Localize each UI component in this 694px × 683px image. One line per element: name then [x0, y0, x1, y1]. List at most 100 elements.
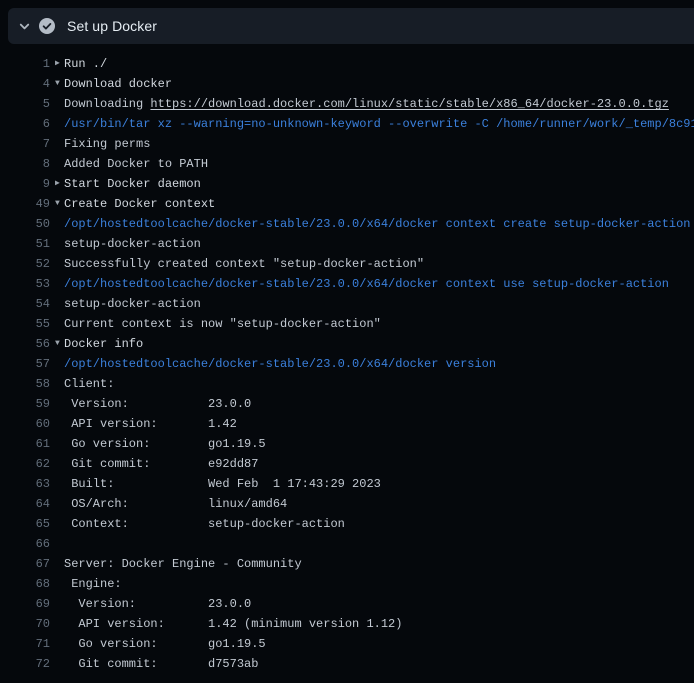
log-text: Go version: go1.19.5: [64, 634, 694, 654]
group-expanded-icon[interactable]: ▼: [50, 74, 64, 94]
line-number[interactable]: 64: [0, 494, 50, 514]
line-number[interactable]: 5: [0, 94, 50, 114]
group-expanded-icon[interactable]: ▼: [50, 194, 64, 214]
line-number[interactable]: 62: [0, 454, 50, 474]
log-line: 62 Git commit: e92dd87: [0, 454, 694, 474]
log-line: 65 Context: setup-docker-action: [0, 514, 694, 534]
log-line[interactable]: 49▼Create Docker context: [0, 194, 694, 214]
arrow-gutter: [50, 394, 64, 414]
line-number[interactable]: 56: [0, 334, 50, 354]
log-text: Go version: go1.19.5: [64, 434, 694, 454]
log-line: 63 Built: Wed Feb 1 17:43:29 2023: [0, 474, 694, 494]
log-text: OS/Arch: linux/amd64: [64, 494, 694, 514]
log-line: 50/opt/hostedtoolcache/docker-stable/23.…: [0, 214, 694, 234]
line-number[interactable]: 60: [0, 414, 50, 434]
line-number[interactable]: 59: [0, 394, 50, 414]
arrow-gutter: [50, 554, 64, 574]
log-line: 72 Git commit: d7573ab: [0, 654, 694, 674]
log-line: 8 Added Docker to PATH: [0, 154, 694, 174]
line-number[interactable]: 68: [0, 574, 50, 594]
line-number[interactable]: 49: [0, 194, 50, 214]
log-text: [64, 534, 694, 554]
line-number[interactable]: 4: [0, 74, 50, 94]
log-text: Current context is now "setup-docker-act…: [64, 314, 694, 334]
line-number[interactable]: 55: [0, 314, 50, 334]
group-collapsed-icon[interactable]: ▶: [50, 54, 64, 74]
command-text: /usr/bin/tar xz --warning=no-unknown-key…: [64, 114, 694, 134]
line-number[interactable]: 61: [0, 434, 50, 454]
command-text: /opt/hostedtoolcache/docker-stable/23.0.…: [64, 214, 694, 234]
arrow-gutter: [50, 234, 64, 254]
arrow-gutter: [50, 134, 64, 154]
line-number[interactable]: 7: [0, 134, 50, 154]
arrow-gutter: [50, 534, 64, 554]
line-number[interactable]: 1: [0, 54, 50, 74]
group-title: Start Docker daemon: [64, 174, 694, 194]
group-title: Create Docker context: [64, 194, 694, 214]
command-text: /opt/hostedtoolcache/docker-stable/23.0.…: [64, 274, 694, 294]
log-line: 67Server: Docker Engine - Community: [0, 554, 694, 574]
line-number[interactable]: 71: [0, 634, 50, 654]
line-number[interactable]: 57: [0, 354, 50, 374]
line-number[interactable]: 72: [0, 654, 50, 674]
log-text: Version: 23.0.0: [64, 394, 694, 414]
log-line: 66: [0, 534, 694, 554]
line-number[interactable]: 6: [0, 114, 50, 134]
log-line: 52Successfully created context "setup-do…: [0, 254, 694, 274]
group-expanded-icon[interactable]: ▼: [50, 334, 64, 354]
log-link[interactable]: https://download.docker.com/linux/static…: [150, 97, 668, 111]
arrow-gutter: [50, 634, 64, 654]
command-text: /opt/hostedtoolcache/docker-stable/23.0.…: [64, 354, 694, 374]
step-title: Set up Docker: [67, 18, 157, 34]
arrow-gutter: [50, 434, 64, 454]
log-text: Git commit: d7573ab: [64, 654, 694, 674]
arrow-gutter: [50, 654, 64, 674]
check-circle-icon: [39, 18, 55, 34]
log-line[interactable]: 1▶Run ./: [0, 54, 694, 74]
line-number[interactable]: 50: [0, 214, 50, 234]
arrow-gutter: [50, 254, 64, 274]
arrow-gutter: [50, 154, 64, 174]
line-number[interactable]: 53: [0, 274, 50, 294]
line-number[interactable]: 70: [0, 614, 50, 634]
arrow-gutter: [50, 294, 64, 314]
log-text: Git commit: e92dd87: [64, 454, 694, 474]
arrow-gutter: [50, 514, 64, 534]
line-number[interactable]: 67: [0, 554, 50, 574]
log-text: Engine:: [64, 574, 694, 594]
log-line: 60 API version: 1.42: [0, 414, 694, 434]
arrow-gutter: [50, 114, 64, 134]
log-line: 68 Engine:: [0, 574, 694, 594]
log-text: Version: 23.0.0: [64, 594, 694, 614]
line-number[interactable]: 66: [0, 534, 50, 554]
log-line[interactable]: 56▼Docker info: [0, 334, 694, 354]
log-line: 5 Downloading https://download.docker.com…: [0, 94, 694, 114]
line-number[interactable]: 58: [0, 374, 50, 394]
log-line: 61 Go version: go1.19.5: [0, 434, 694, 454]
line-number[interactable]: 51: [0, 234, 50, 254]
line-number[interactable]: 63: [0, 474, 50, 494]
line-number[interactable]: 8: [0, 154, 50, 174]
arrow-gutter: [50, 594, 64, 614]
line-number[interactable]: 52: [0, 254, 50, 274]
line-number[interactable]: 65: [0, 514, 50, 534]
line-number[interactable]: 54: [0, 294, 50, 314]
log-text: Added Docker to PATH: [64, 154, 694, 174]
log-line[interactable]: 9▶Start Docker daemon: [0, 174, 694, 194]
line-number[interactable]: 69: [0, 594, 50, 614]
log-line: 55 Current context is now "setup-docker-a…: [0, 314, 694, 334]
log-text: setup-docker-action: [64, 234, 694, 254]
log-text: Context: setup-docker-action: [64, 514, 694, 534]
log-line[interactable]: 4▼Download docker: [0, 74, 694, 94]
log-line: 7Fixing perms: [0, 134, 694, 154]
group-collapsed-icon[interactable]: ▶: [50, 174, 64, 194]
group-title: Docker info: [64, 334, 694, 354]
log-text-prefix: Downloading: [64, 97, 150, 111]
arrow-gutter: [50, 314, 64, 334]
chevron-down-icon[interactable]: [18, 20, 31, 33]
log-line: 57/opt/hostedtoolcache/docker-stable/23.…: [0, 354, 694, 374]
line-number[interactable]: 9: [0, 174, 50, 194]
log-line: 53/opt/hostedtoolcache/docker-stable/23.…: [0, 274, 694, 294]
log-text: setup-docker-action: [64, 294, 694, 314]
step-header[interactable]: Set up Docker: [8, 8, 694, 44]
